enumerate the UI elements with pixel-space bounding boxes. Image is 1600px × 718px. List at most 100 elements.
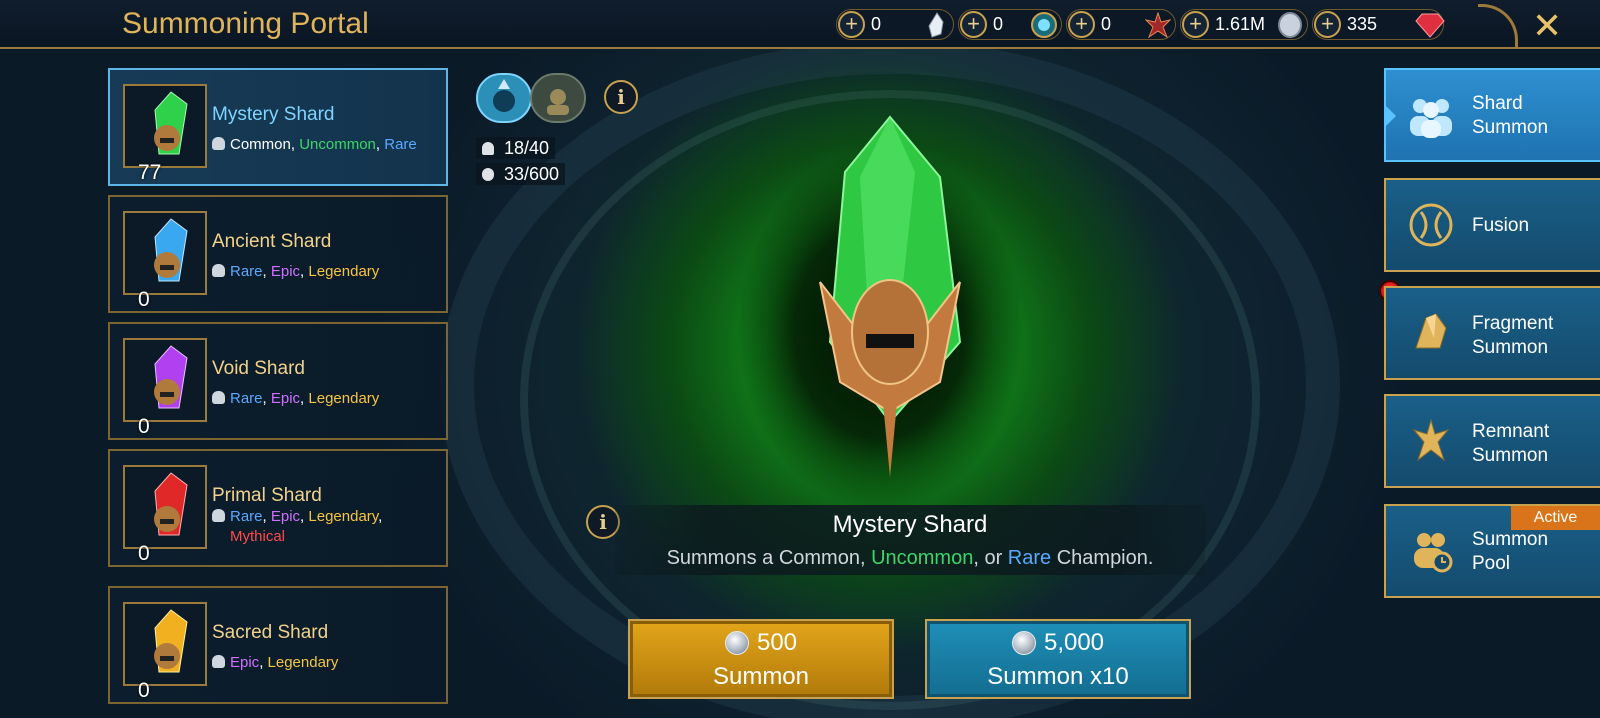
active-tab-indicator bbox=[1386, 106, 1396, 126]
silver-coin-icon bbox=[1011, 631, 1036, 655]
rarity-label: Legendary bbox=[308, 263, 380, 280]
resource-tome[interactable]: + 0 bbox=[958, 9, 1062, 40]
silver-coin-icon bbox=[724, 631, 749, 655]
tab-label-line: Pool bbox=[1472, 553, 1511, 574]
tab-shard-summon[interactable]: Shard Summon bbox=[1384, 68, 1600, 162]
desc-text: , or bbox=[973, 547, 1008, 569]
mystery-shard-artwork bbox=[819, 115, 962, 477]
add-icon[interactable]: + bbox=[838, 11, 865, 38]
shard-rarities: Rare, Epic, Legendary bbox=[212, 389, 442, 409]
auto-summon-icon[interactable] bbox=[476, 73, 532, 123]
tab-label-line: Remnant bbox=[1472, 421, 1550, 442]
tab-label: Summon Pool bbox=[1472, 528, 1548, 576]
rarity-label: Rare bbox=[384, 136, 417, 153]
tab-fusion[interactable]: Fusion bbox=[1384, 178, 1600, 272]
summon-cost: 500 bbox=[630, 629, 892, 657]
group-icon bbox=[1410, 99, 1452, 138]
raw-crystal-icon bbox=[928, 12, 944, 38]
champion-capacity-value: 18/40 bbox=[504, 137, 550, 158]
shard-rarities: Epic, Legendary bbox=[212, 653, 442, 673]
shard-rarities: Common, Uncommon, Rare bbox=[212, 135, 442, 155]
summon-pool-icon bbox=[1414, 533, 1453, 573]
desc-uncommon: Uncommon bbox=[871, 547, 974, 569]
tome-icon bbox=[1031, 12, 1057, 38]
shard-rarities: Rare, Epic, Legendary bbox=[212, 262, 442, 282]
shard-card-mystery[interactable]: 77 Mystery Shard Common, Uncommon, Rare bbox=[108, 68, 448, 186]
summon-x10-cost-value: 5,000 bbox=[1043, 629, 1105, 656]
page-title: Summoning Portal bbox=[122, 7, 369, 40]
helmet-icon bbox=[482, 141, 494, 155]
tab-label: Shard Summon bbox=[1472, 92, 1548, 140]
champion-helmet-icon bbox=[212, 509, 225, 522]
ancient-shard-icon bbox=[123, 211, 207, 295]
resource-raw-crystal[interactable]: + 0 bbox=[836, 9, 954, 40]
sacred-shard-icon bbox=[123, 602, 207, 686]
shard-name: Sacred Shard bbox=[212, 622, 329, 643]
tab-label: Fragment Summon bbox=[1472, 312, 1553, 360]
close-icon[interactable]: ✕ bbox=[1532, 5, 1562, 47]
desc-text: Summons a Common, bbox=[666, 547, 872, 569]
rarity-label: Uncommon bbox=[299, 136, 376, 153]
tab-label-line: Summon bbox=[1472, 117, 1549, 138]
fusion-icon bbox=[1409, 203, 1453, 247]
demon-crest-icon bbox=[1145, 12, 1171, 38]
shard-card-ancient[interactable]: 0 Ancient Shard Rare, Epic, Legendary bbox=[108, 195, 448, 313]
silver-coin-icon bbox=[1278, 12, 1302, 38]
rarity-label: Epic bbox=[270, 390, 301, 407]
tab-label-line: Summon bbox=[1472, 337, 1549, 358]
shard-rarities: Rare, Epic, Legendary, Mythical bbox=[212, 507, 442, 547]
tab-label: Remnant Summon bbox=[1472, 420, 1549, 468]
fragment-icon bbox=[1415, 313, 1447, 349]
void-shard-icon bbox=[123, 338, 207, 422]
rarity-label: Legendary bbox=[308, 390, 380, 407]
top-bar: Summoning Portal + 0 + 0 + 0 + 1.61M + 3… bbox=[0, 0, 1600, 49]
selected-shard-description: Summons a Common, Uncommon, or Rare Cham… bbox=[600, 547, 1220, 570]
shard-name: Void Shard bbox=[212, 358, 305, 379]
resource-gems[interactable]: + 335 bbox=[1312, 9, 1445, 40]
add-icon[interactable]: + bbox=[1314, 11, 1341, 38]
gem-icon bbox=[1415, 13, 1445, 38]
summon-cost-value: 500 bbox=[756, 629, 798, 656]
summon-x10-cost: 5,000 bbox=[927, 629, 1189, 657]
summon-x10-button[interactable]: 5,000 Summon x10 bbox=[925, 619, 1191, 699]
active-badge: Active bbox=[1511, 506, 1600, 530]
rarity-label: Epic bbox=[230, 654, 260, 671]
rarity-label: Epic bbox=[270, 508, 301, 525]
single-summon-icon[interactable] bbox=[530, 73, 586, 123]
roster-capacity: 33/600 bbox=[476, 163, 566, 185]
rarity-label: Legendary bbox=[308, 508, 379, 525]
shard-card-primal[interactable]: 0 Primal Shard Rare, Epic, Legendary, Myt… bbox=[108, 449, 448, 567]
desc-rare: Rare bbox=[1007, 547, 1052, 569]
shard-count: 0 bbox=[138, 415, 150, 438]
person-icon bbox=[482, 167, 494, 181]
resource-demon-crest[interactable]: + 0 bbox=[1066, 9, 1176, 40]
mystery-shard-icon bbox=[123, 84, 207, 168]
resource-silver[interactable]: + 1.61M bbox=[1180, 9, 1308, 40]
add-icon[interactable]: + bbox=[960, 11, 987, 38]
tab-fragment-summon[interactable]: Fragment Summon bbox=[1384, 286, 1600, 380]
selected-shard-title: Mystery Shard bbox=[832, 511, 988, 538]
shard-name: Primal Shard bbox=[212, 485, 322, 506]
rarity-label: Common bbox=[230, 136, 291, 153]
tab-label-line: Fusion bbox=[1472, 215, 1530, 236]
shard-card-sacred[interactable]: 0 Sacred Shard Epic, Legendary bbox=[108, 586, 448, 704]
primal-shard-icon bbox=[123, 465, 207, 549]
shard-name: Ancient Shard bbox=[212, 231, 332, 252]
champion-helmet-icon bbox=[212, 137, 225, 150]
info-icon[interactable]: i bbox=[604, 80, 638, 114]
shard-card-void[interactable]: 0 Void Shard Rare, Epic, Legendary bbox=[108, 322, 448, 440]
tab-label-line: Fragment bbox=[1472, 313, 1554, 334]
tab-remnant-summon[interactable]: Remnant Summon bbox=[1384, 394, 1600, 488]
shard-count: 77 bbox=[138, 161, 162, 184]
rarity-label: Mythical bbox=[230, 528, 286, 545]
summon-label: Summon bbox=[712, 663, 810, 690]
shard-count: 0 bbox=[138, 679, 150, 702]
add-icon[interactable]: + bbox=[1182, 11, 1209, 38]
summon-button[interactable]: 500 Summon bbox=[628, 619, 894, 699]
summon-x10-label: Summon x10 bbox=[987, 663, 1129, 690]
summon-mode-toggle[interactable] bbox=[476, 73, 592, 123]
shard-count: 0 bbox=[138, 288, 150, 311]
add-icon[interactable]: + bbox=[1068, 11, 1095, 38]
remnant-icon bbox=[1412, 418, 1450, 462]
rarity-label: Epic bbox=[270, 263, 301, 280]
